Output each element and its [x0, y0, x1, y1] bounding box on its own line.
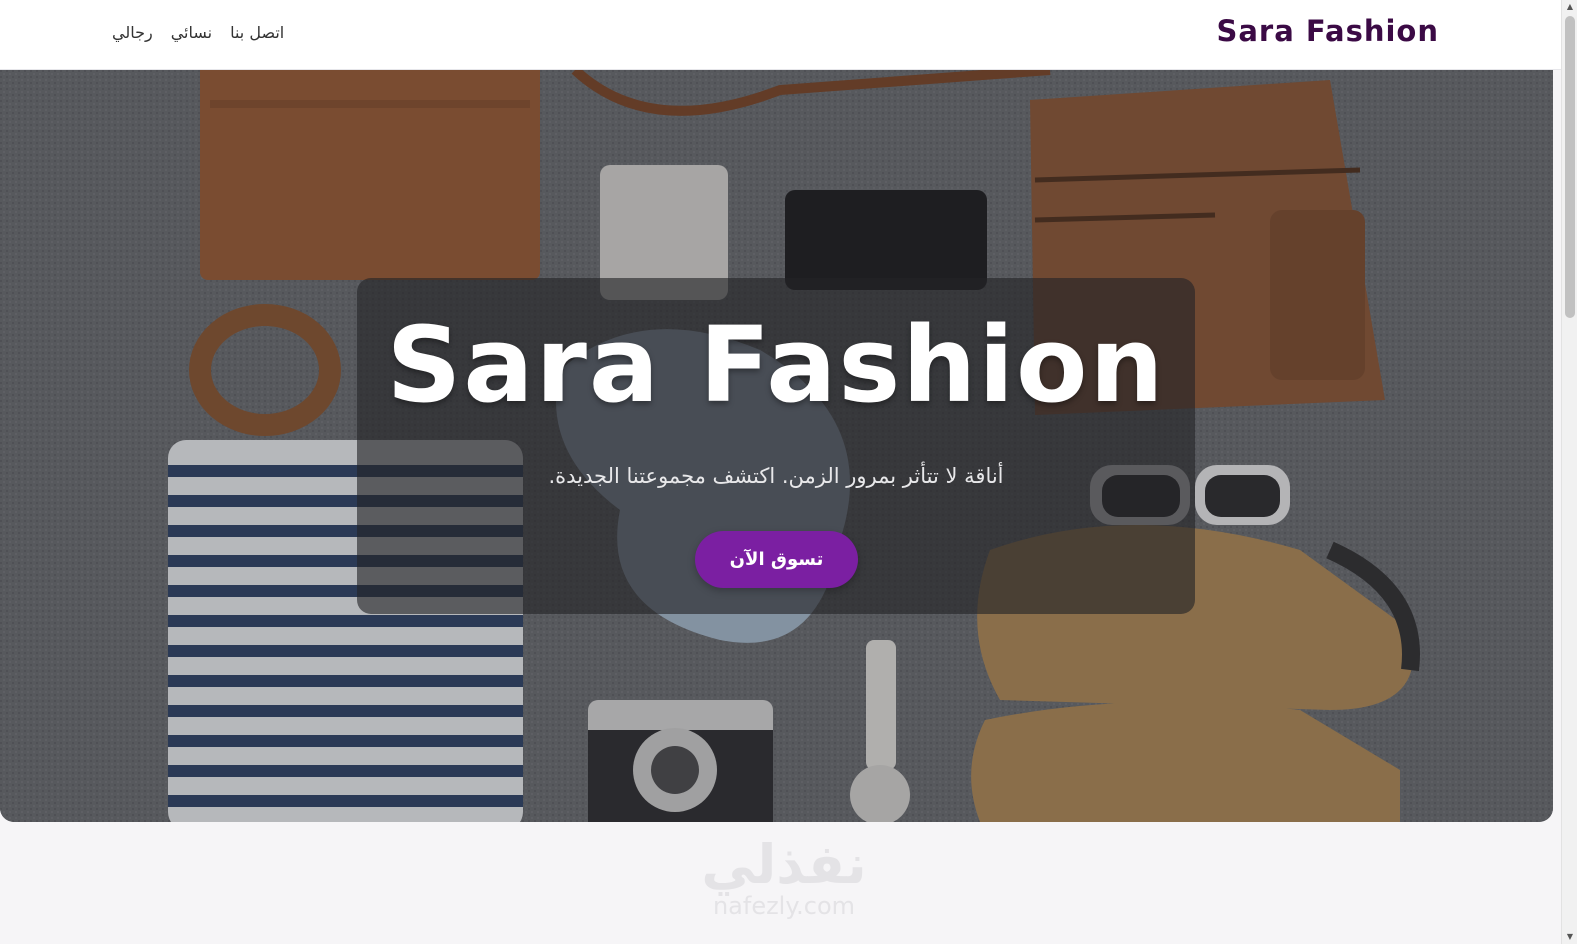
main-nav: رجالي نسائي اتصل بنا [112, 23, 284, 42]
hero-subtitle: أناقة لا تتأثر بمرور الزمن. اكتشف مجموعت… [548, 464, 1004, 488]
vertical-scrollbar[interactable]: ▲ ▼ [1561, 0, 1577, 944]
watermark-latin-text: nafezly.com [712, 892, 856, 920]
nav-link-men[interactable]: رجالي [112, 23, 153, 42]
site-header: Sara Fashion رجالي نسائي اتصل بنا [0, 0, 1561, 70]
hero-section: Sara Fashion أناقة لا تتأثر بمرور الزمن.… [0, 70, 1553, 822]
hero-title: Sara Fashion [386, 304, 1166, 426]
brand-logo[interactable]: Sara Fashion [1216, 14, 1439, 48]
watermark-arabic-text: نفذلي [701, 833, 867, 896]
scroll-down-arrow-icon[interactable]: ▼ [1562, 930, 1577, 944]
next-section-heading-clipped [660, 930, 790, 944]
nav-link-contact[interactable]: اتصل بنا [230, 23, 284, 42]
nafezly-watermark: نفذلي nafezly.com [688, 833, 880, 921]
nav-link-women[interactable]: نسائي [171, 23, 212, 42]
shop-now-button[interactable]: تسوق الآن [695, 531, 858, 588]
scroll-up-arrow-icon[interactable]: ▲ [1562, 0, 1577, 14]
hero-card: Sara Fashion أناقة لا تتأثر بمرور الزمن.… [357, 278, 1195, 614]
scrollbar-thumb[interactable] [1565, 16, 1575, 318]
